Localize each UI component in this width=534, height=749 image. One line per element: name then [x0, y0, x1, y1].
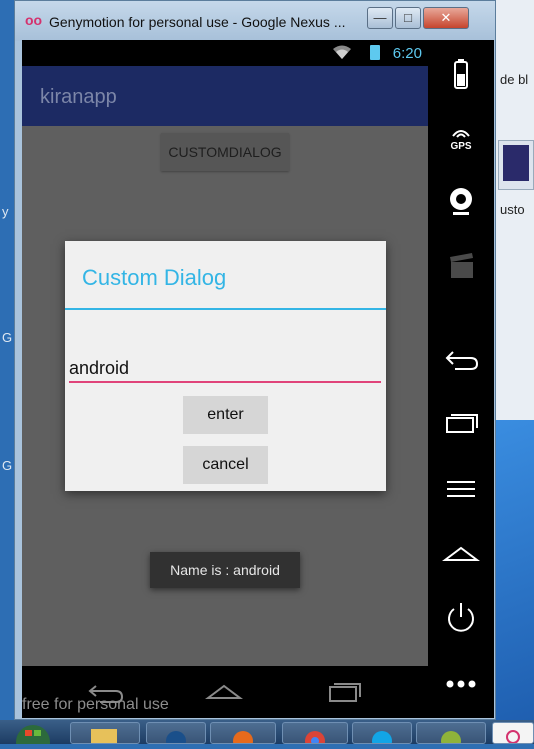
- window-titlebar[interactable]: oo Genymotion for personal use - Google …: [15, 1, 495, 41]
- home-icon[interactable]: [204, 678, 244, 704]
- name-input[interactable]: [69, 355, 381, 383]
- chrome-icon: [305, 731, 325, 749]
- firefox-icon: [233, 731, 253, 749]
- home-button-icon[interactable]: [441, 536, 481, 570]
- taskbar-genymotion[interactable]: [492, 722, 534, 744]
- minimize-button[interactable]: —: [367, 7, 393, 29]
- custom-dialog-button[interactable]: CUSTOMDIALOG: [161, 133, 289, 171]
- desktop-text-fragment-2: usto: [500, 202, 525, 217]
- power-button-icon[interactable]: [441, 600, 481, 634]
- genymotion-taskbar-icon: [506, 730, 520, 744]
- gps-label: GPS: [450, 141, 472, 152]
- genymotion-logo-icon: oo: [25, 12, 43, 28]
- windows-taskbar: [0, 720, 534, 749]
- battery-icon: [370, 45, 380, 60]
- media-player-icon: [166, 731, 186, 749]
- screencast-clapper-icon[interactable]: [441, 250, 481, 284]
- app-title: kiranapp: [40, 86, 117, 108]
- desktop-thumbnail[interactable]: [498, 140, 534, 190]
- taskbar-media[interactable]: [146, 722, 206, 749]
- recent-apps-button-icon[interactable]: [441, 406, 481, 440]
- enter-button[interactable]: enter: [183, 396, 268, 434]
- taskbar-android[interactable]: [416, 722, 486, 749]
- back-button-icon[interactable]: [441, 342, 481, 376]
- dialog-title: Custom Dialog: [82, 265, 227, 290]
- taskbar-firefox[interactable]: [210, 722, 276, 749]
- gps-icon: [452, 130, 470, 138]
- desktop-letter-1: y: [2, 204, 9, 219]
- webcam-icon[interactable]: [441, 184, 481, 218]
- android-icon: [441, 731, 461, 749]
- start-button[interactable]: [14, 720, 52, 749]
- taskbar-chrome[interactable]: [282, 722, 348, 749]
- cancel-button[interactable]: cancel: [183, 446, 268, 484]
- desktop-left-strip: y G G: [0, 0, 14, 720]
- emulator-side-panel: GPS: [428, 40, 494, 718]
- dialog-divider: [65, 308, 386, 310]
- close-button[interactable]: ✕: [423, 7, 469, 29]
- taskbar-skype[interactable]: [352, 722, 412, 749]
- windows-logo-icon: [16, 725, 50, 749]
- desktop-wallpaper-fragment: [496, 420, 534, 720]
- battery-widget-icon[interactable]: [441, 58, 481, 92]
- folder-icon: [91, 729, 117, 743]
- menu-button-icon[interactable]: [441, 472, 481, 506]
- gps-widget[interactable]: GPS: [441, 124, 481, 158]
- personal-use-watermark: free for personal use: [22, 696, 169, 713]
- desktop-letter-3: G: [2, 458, 13, 473]
- desktop-letter-2: G: [2, 330, 13, 345]
- maximize-button[interactable]: □: [395, 7, 421, 29]
- recent-apps-icon[interactable]: [324, 678, 364, 704]
- custom-dialog: Custom Dialog enter cancel: [65, 241, 386, 491]
- app-bar: kiranapp: [22, 66, 428, 126]
- desktop-text-fragment-1: de bl: [500, 72, 529, 87]
- taskbar-explorer[interactable]: [70, 722, 140, 744]
- window-title: Genymotion for personal use - Google Nex…: [49, 14, 346, 30]
- toast-message: Name is : android: [150, 552, 300, 588]
- status-bar: 6:20: [22, 40, 428, 66]
- app-content: CUSTOMDIALOG Custom Dialog enter cancel …: [22, 126, 428, 666]
- skype-icon: [372, 731, 392, 749]
- emulator-screen: 6:20 kiranapp CUSTOMDIALOG Custom Dialog…: [22, 40, 428, 666]
- more-options-icon[interactable]: [441, 666, 481, 700]
- status-time: 6:20: [392, 45, 422, 62]
- wifi-icon: [333, 45, 351, 59]
